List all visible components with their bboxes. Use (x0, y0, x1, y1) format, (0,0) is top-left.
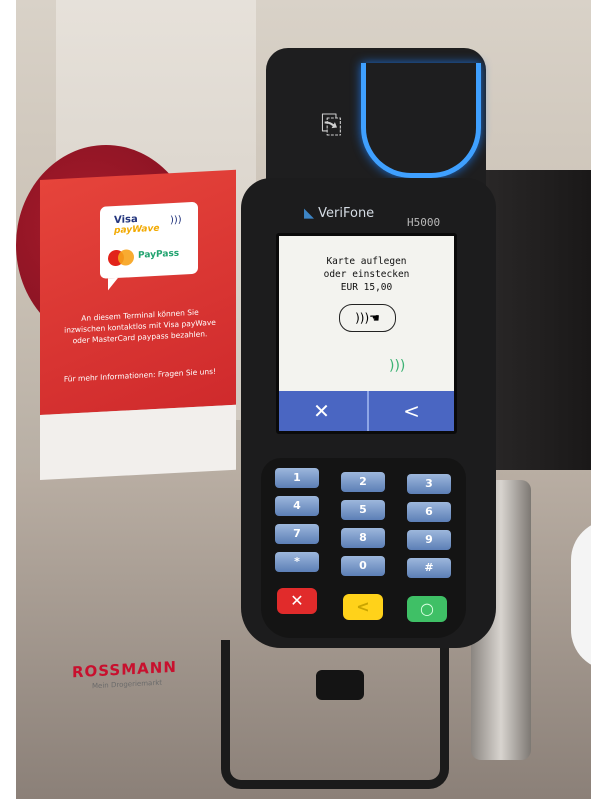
key-9[interactable]: 9 (407, 530, 451, 550)
card-insert-icon: ⎘ (321, 110, 342, 140)
key-5[interactable]: 5 (341, 500, 385, 520)
screen-cancel-button[interactable]: ✕ (279, 391, 364, 431)
key-hash[interactable]: # (407, 558, 451, 578)
key-7[interactable]: 7 (275, 524, 319, 544)
terminal-screen[interactable]: Karte auflegen oder einstecken EUR 15,00… (276, 233, 457, 434)
flyer-contact-text: Für mehr Informationen: Fragen Sie uns! (63, 366, 217, 384)
card-payment-terminal: ⎘ ◣ VeriFone H5000 Karte auflegen oder e… (241, 48, 496, 648)
key-1[interactable]: 1 (275, 468, 319, 488)
key-4[interactable]: 4 (275, 496, 319, 516)
contactless-status-icon: ))) (389, 358, 406, 374)
contactless-tap-icon: )))☚ (339, 304, 396, 332)
contactless-icon: ))) (170, 214, 182, 227)
key-3[interactable]: 3 (407, 474, 451, 494)
terminal-card-reader-head: ⎘ (266, 48, 486, 198)
terminal-keypad: 1 2 3 4 5 6 7 8 9 * 0 # ✕ < ○ (261, 458, 466, 638)
payment-logos-bubble: Visa payWave ))) PayPass (100, 201, 198, 279)
cancel-key[interactable]: ✕ (277, 588, 317, 614)
contactless-reader-slot[interactable] (361, 63, 481, 178)
terminal-holder-handle (221, 640, 449, 789)
key-star[interactable]: * (275, 552, 319, 572)
key-8[interactable]: 8 (341, 528, 385, 548)
screen-prompt-line-2: oder einstecken (323, 269, 410, 280)
photo-scene: Visa payWave ))) PayPass An diesem Termi… (16, 0, 591, 799)
payment-info-flyer: Visa payWave ))) PayPass An diesem Termi… (40, 169, 236, 690)
key-0[interactable]: 0 (341, 556, 385, 576)
screen-back-button[interactable]: < (367, 391, 454, 431)
terminal-model-label: H5000 (407, 216, 441, 229)
screen-prompt-line-1: Karte auflegen (326, 256, 407, 267)
flyer-red-panel: Visa payWave ))) PayPass An diesem Termi… (40, 169, 236, 415)
flyer-info-text: An diesem Terminal können Sie inzwischen… (64, 307, 216, 346)
confirm-key[interactable]: ○ (407, 596, 447, 622)
screen-amount: EUR 15,00 (340, 282, 393, 293)
paypass-logo: PayPass (138, 248, 180, 261)
visa-logo: Visa payWave (114, 213, 160, 237)
mastercard-logo-icon (108, 249, 134, 267)
terminal-holder-clamp (316, 670, 364, 700)
flyer-footer: ROSSMANN Mein Drogeriemarkt (40, 404, 236, 690)
key-6[interactable]: 6 (407, 502, 451, 522)
screen-softkey-bar: ✕ < (279, 391, 454, 431)
terminal-brand-logo: ◣ VeriFone (304, 206, 375, 221)
correction-key[interactable]: < (343, 594, 383, 620)
key-2[interactable]: 2 (341, 472, 385, 492)
